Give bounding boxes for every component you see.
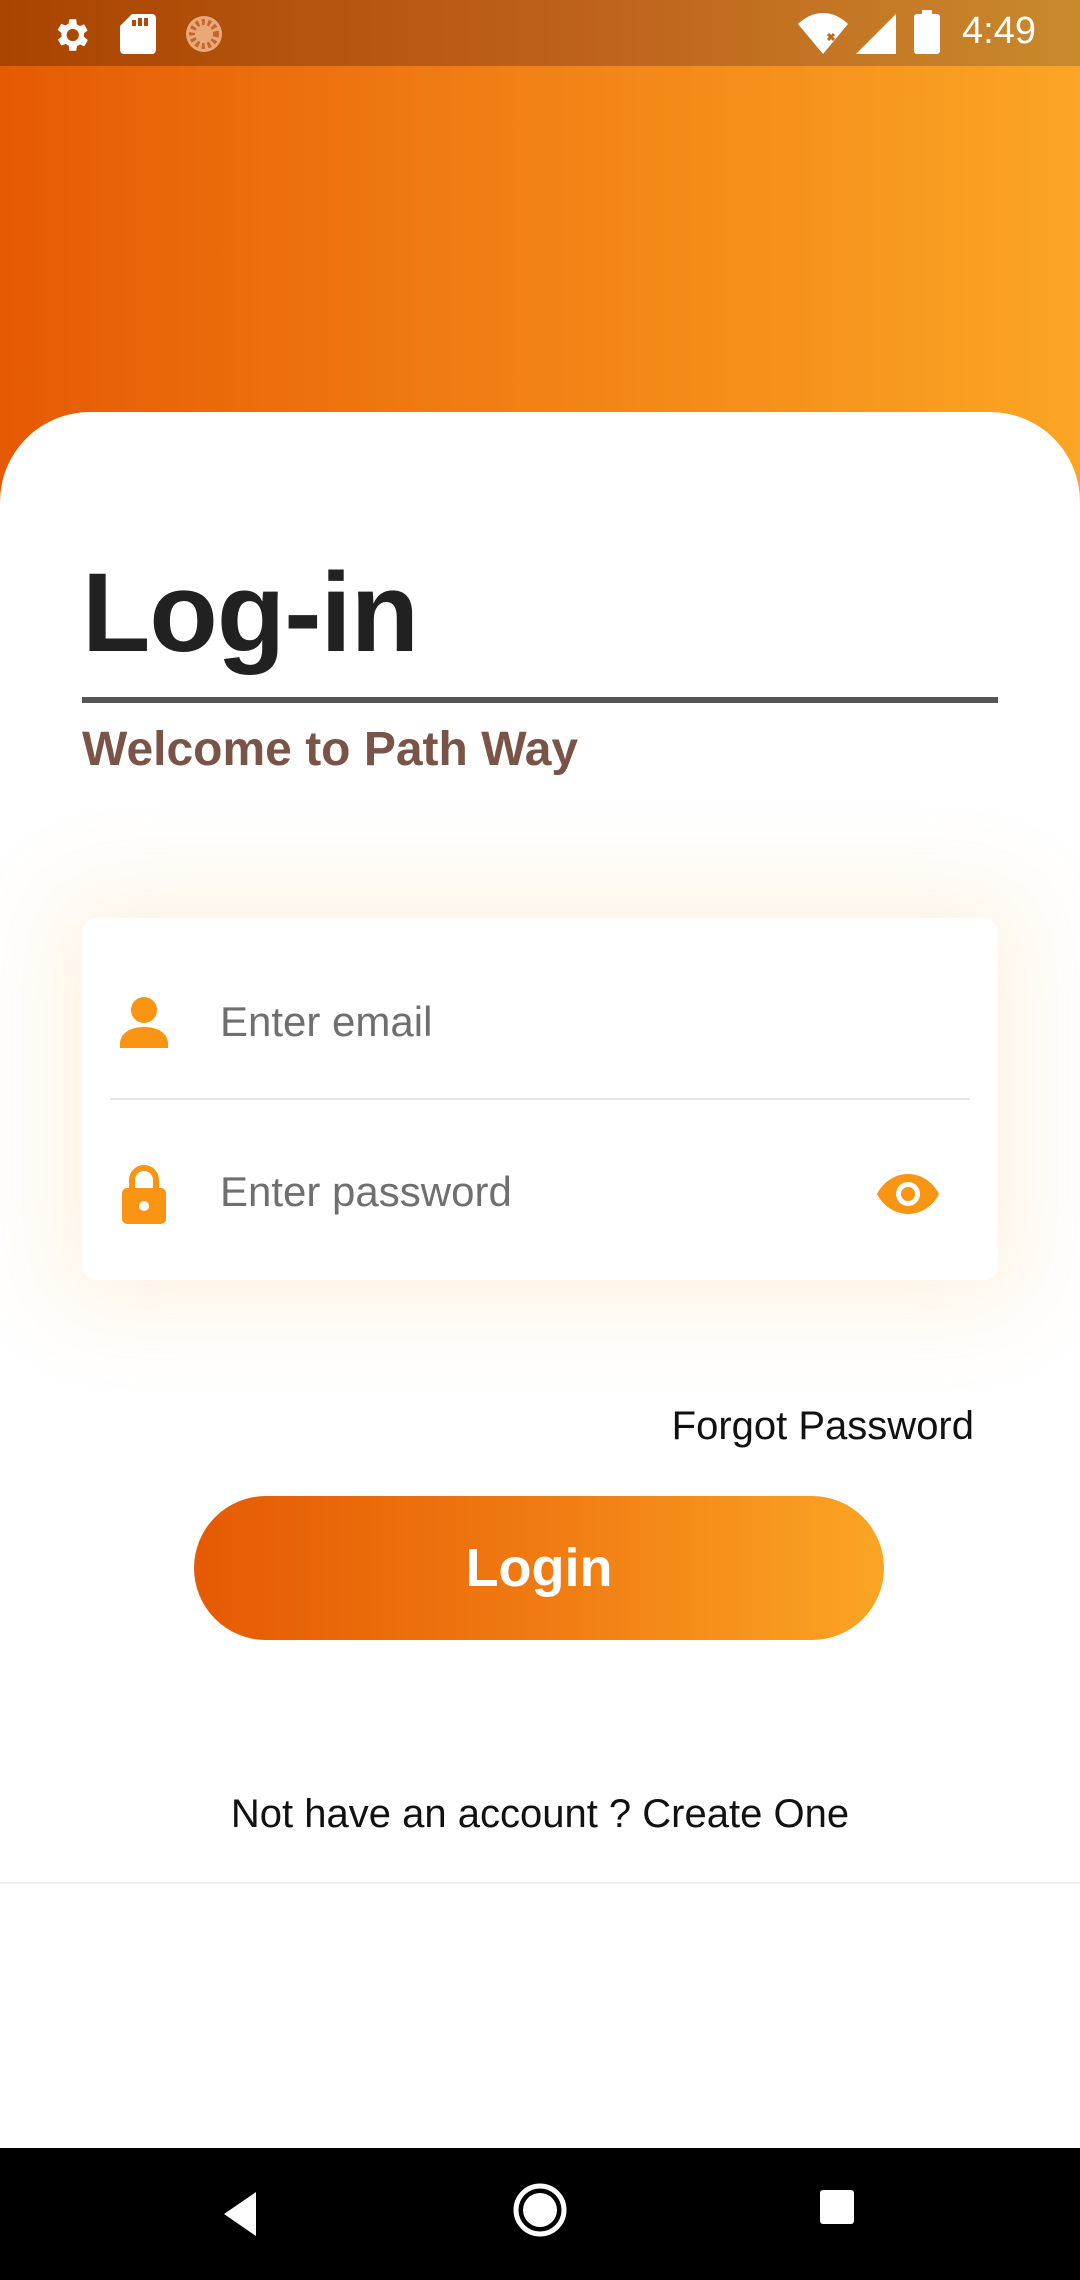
password-field[interactable]: Enter password [82,1128,998,1268]
title-underline [82,697,998,703]
signup-prompt: Not have an account ? Create One [0,1792,1080,1837]
status-bar: 4:49 [0,0,1080,66]
gear-icon [57,19,88,51]
credentials-form: Enter email Enter password [82,918,998,1280]
email-field[interactable]: Enter email [82,958,998,1098]
signup-prompt-text: Not have an account ? [230,1792,643,1836]
eye-icon[interactable] [876,1172,940,1216]
forgot-password-link[interactable]: Forgot Password [672,1404,974,1449]
back-icon[interactable] [220,2188,260,2240]
field-divider [110,1098,970,1100]
password-input[interactable]: Enter password [220,1168,512,1216]
email-input[interactable]: Enter email [220,998,432,1046]
status-time: 4:49 [962,10,1036,52]
login-button[interactable]: Login [194,1496,884,1640]
home-icon[interactable] [512,2182,568,2238]
create-account-link[interactable]: Create One [642,1792,849,1836]
wifi-icon [798,13,848,54]
content-bottom-divider [0,1882,1080,1884]
recents-icon[interactable] [818,2188,856,2226]
sd-card-icon [120,14,156,54]
signal-icon [856,14,896,54]
person-icon [120,997,168,1048]
battery-icon [914,10,940,54]
page-title: Log-in [82,550,419,675]
lock-icon [122,1165,166,1224]
welcome-subtitle: Welcome to Path Way [82,723,579,776]
circle-loader-icon [186,16,222,52]
navigation-bar [0,2148,1080,2280]
